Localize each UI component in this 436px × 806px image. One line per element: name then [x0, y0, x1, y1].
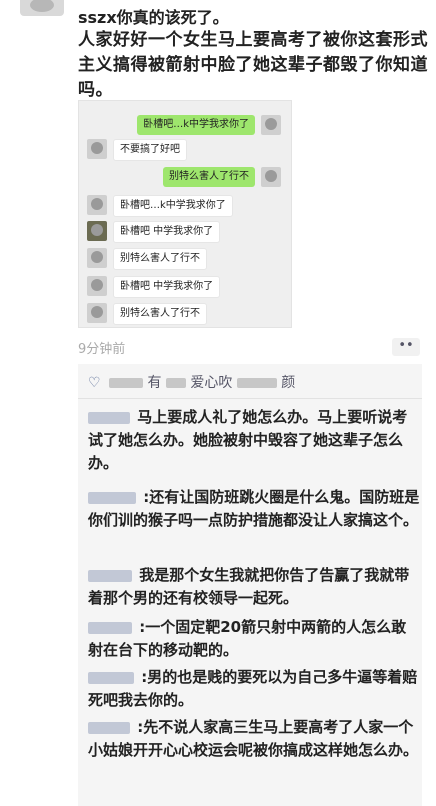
commenter-name-blurred[interactable] [88, 671, 134, 684]
commenter-name-blurred[interactable] [88, 621, 132, 634]
likes-row: ♡ 有 爱心吹 颜 [88, 372, 295, 392]
comment[interactable]: 马上要成人礼了她怎么办。马上要听说考试了她怎么办。她脸被射中毁容了她这辈子怎么办… [88, 406, 420, 475]
liker-name-blurred[interactable] [236, 378, 277, 388]
comment[interactable]: 我是那个女生我就把你告了告赢了我就带着那个男的还有校领导一起死。 [88, 564, 420, 610]
chat-row: 卧槽吧 中学我求你了 [79, 276, 291, 298]
comment-text: 马上要成人礼了她怎么办。马上要听说考试了她怎么办。她脸被射中毁容了她这辈子怎么办… [88, 408, 408, 472]
comment[interactable]: :先不说人家高三生马上要高考了人家一个小姑娘开开心心校运会呢被你搞成这样她怎么办… [88, 716, 420, 762]
chat-avatar [87, 276, 107, 296]
comment-text: 我是那个女生我就把你告了告赢了我就带着那个男的还有校领导一起死。 [88, 566, 410, 607]
chat-bubble: 卧槽吧…k中学我求你了 [137, 115, 255, 135]
divider [78, 398, 422, 399]
heart-icon: ♡ [88, 375, 101, 391]
chat-avatar [87, 221, 107, 241]
chat-bubble: 别特么害人了行不 [113, 303, 207, 325]
comment-text: :还有让国防班跳火圈是什么鬼。国防班是你们训的猴子吗一点防护措施都没让人家搞这个… [88, 488, 420, 529]
chat-avatar [87, 139, 107, 159]
comment-text: :先不说人家高三生马上要高考了人家一个小姑娘开开心心校运会呢被你搞成这样她怎么办… [88, 718, 419, 759]
more-options-button[interactable]: •• [392, 338, 420, 356]
liker-name-blurred[interactable] [109, 378, 144, 388]
chat-bubble: 卧槽吧…k中学我求你了 [113, 195, 233, 217]
liker-name[interactable]: 爱心吹 [190, 375, 232, 391]
post-timestamp: 9分钟前 [78, 342, 126, 357]
chat-avatar [87, 303, 107, 323]
comment[interactable]: :还有让国防班跳火圈是什么鬼。国防班是你们训的猴子吗一点防护措施都没让人家搞这个… [88, 486, 420, 532]
commenter-name-blurred[interactable] [88, 411, 130, 424]
commenter-name-blurred[interactable] [88, 721, 130, 734]
commenter-name-blurred[interactable] [88, 491, 136, 504]
chat-avatar [261, 115, 281, 135]
chat-bubble: 不要搞了好吧 [113, 139, 187, 161]
chat-row: 别特么害人了行不 [79, 167, 291, 189]
chat-row: 卧槽吧…k中学我求你了 [79, 115, 291, 137]
chat-row: 不要搞了好吧 [79, 139, 291, 161]
liker-name-blurred[interactable] [165, 378, 186, 388]
liker-name[interactable]: 颜 [281, 375, 295, 391]
comments-section: ♡ 有 爱心吹 颜 马上要成人礼了她怎么办。马上要听说考试了她怎么办。她脸被射中… [78, 364, 422, 806]
chat-avatar [87, 248, 107, 268]
comment[interactable]: :一个固定靶20箭只射中两箭的人怎么敢射在台下的移动靶的。 [88, 616, 420, 662]
comment-text: :男的也是贱的要死以为自己多牛逼等着赔死吧我去你的。 [88, 668, 418, 709]
chat-avatar [87, 195, 107, 215]
comment-text: :一个固定靶20箭只射中两箭的人怎么敢射在台下的移动靶的。 [88, 618, 407, 659]
chat-bubble: 别特么害人了行不 [113, 248, 207, 270]
chat-row: 别特么害人了行不 [79, 303, 291, 325]
chat-avatar [261, 167, 281, 187]
chat-bubble: 别特么害人了行不 [163, 167, 255, 187]
author-avatar[interactable] [20, 0, 64, 16]
commenter-name-blurred[interactable] [88, 569, 132, 582]
chat-bubble: 卧槽吧 中学我求你了 [113, 221, 221, 243]
liker-name[interactable]: 有 [147, 375, 161, 391]
chat-bubble: 卧槽吧 中学我求你了 [113, 276, 221, 298]
chat-row: 卧槽吧 中学我求你了 [79, 221, 291, 243]
comment[interactable]: :男的也是贱的要死以为自己多牛逼等着赔死吧我去你的。 [88, 666, 420, 712]
chat-row: 别特么害人了行不 [79, 248, 291, 270]
chat-row: 卧槽吧…k中学我求你了 [79, 195, 291, 217]
chat-screenshot-image[interactable]: 卧槽吧…k中学我求你了 不要搞了好吧 别特么害人了行不 卧槽吧…k中学我求你了 … [78, 100, 292, 328]
post-text: 人家好好一个女生马上要高考了被你这套形式主义搞得被箭射中脸了她这辈子都毁了你知道… [78, 30, 428, 100]
post-author-handle[interactable]: sszx你真的该死了。 [78, 4, 229, 28]
